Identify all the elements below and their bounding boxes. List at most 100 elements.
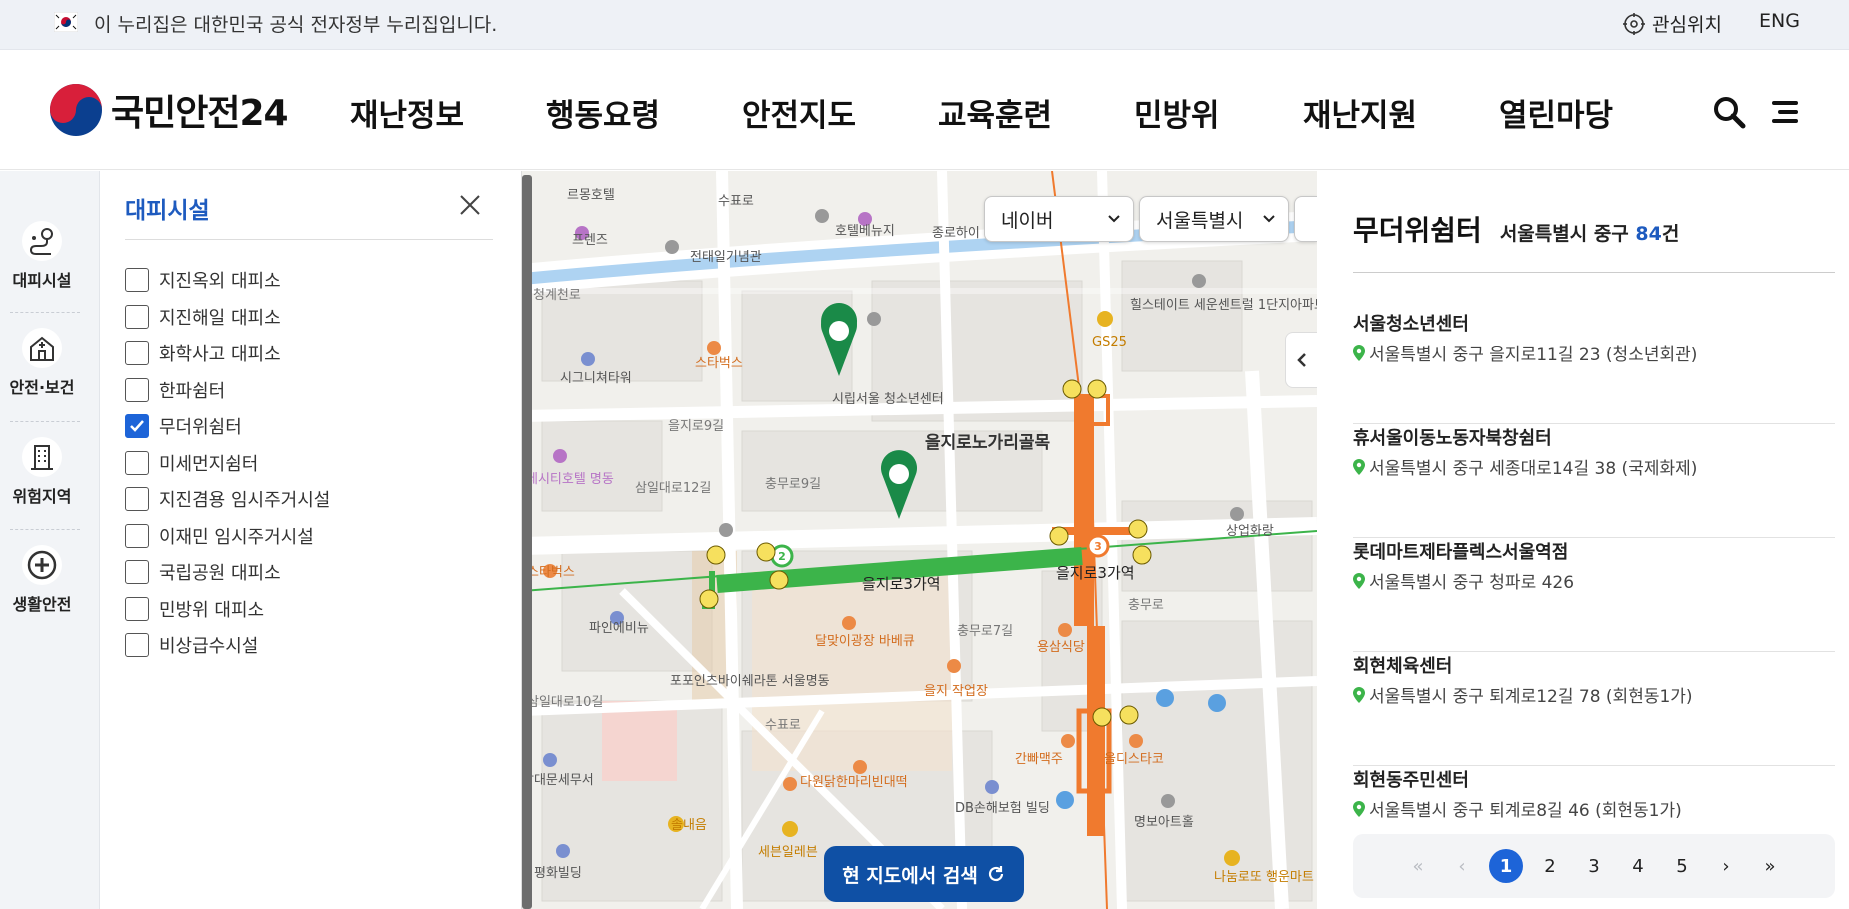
result-item[interactable]: 회현체육센터 서울특별시 중구 퇴계로12길 78 (회현동1가) bbox=[1353, 652, 1835, 766]
prev-page-button[interactable]: ‹ bbox=[1440, 849, 1484, 883]
shelter-type-option[interactable]: 미세먼지쉼터 bbox=[125, 445, 330, 482]
region-select[interactable]: 서울특별시 bbox=[1139, 196, 1289, 242]
nav-disaster-support[interactable]: 재난지원 bbox=[1303, 90, 1499, 135]
watch-location-link[interactable]: 관심위치 bbox=[1622, 10, 1722, 37]
pagination: « ‹ 1 2 3 4 5 › » bbox=[1353, 834, 1835, 898]
result-item[interactable]: 휴서울이동노동자북창쉼터 서울특별시 중구 세종대로14길 38 (국제화제) bbox=[1353, 424, 1835, 538]
page-4-button[interactable]: 4 bbox=[1616, 849, 1660, 883]
map-label: 수표로 bbox=[765, 718, 801, 733]
last-page-button[interactable]: » bbox=[1748, 849, 1792, 883]
map-view[interactable]: 2 3 르몽호텔 프렌즈 수표로 호텔베뉴지 전태일기념관 청계천로 GS25 … bbox=[522, 171, 1317, 909]
map-label: 르몽호텔 bbox=[567, 188, 615, 203]
page-1-button[interactable]: 1 bbox=[1484, 849, 1528, 883]
rail-item-health[interactable]: 안전·보건 bbox=[0, 328, 84, 436]
next-page-button[interactable]: › bbox=[1704, 849, 1748, 883]
shelter-type-option[interactable]: 한파쉼터 bbox=[125, 372, 330, 409]
chevron-down-icon bbox=[1263, 215, 1275, 223]
nav-action-guide[interactable]: 행동요령 bbox=[546, 90, 742, 135]
map-provider-select[interactable]: 네이버 bbox=[984, 196, 1134, 242]
first-page-button[interactable]: « bbox=[1396, 849, 1440, 883]
checkbox[interactable] bbox=[125, 268, 149, 293]
shelter-type-option[interactable]: 지진옥외 대피소 bbox=[125, 262, 330, 299]
result-name: 휴서울이동노동자북창쉼터 bbox=[1353, 428, 1552, 449]
shelter-type-label: 한파쉼터 bbox=[159, 380, 226, 402]
shelter-type-option[interactable]: 지진해일 대피소 bbox=[125, 299, 330, 336]
checkbox[interactable] bbox=[125, 304, 149, 329]
map-pin-icon bbox=[1353, 572, 1365, 589]
search-this-area-button[interactable]: 현 지도에서 검색 bbox=[824, 846, 1024, 902]
site-logo[interactable]: 국민안전24 bbox=[49, 83, 289, 137]
shelter-type-label: 이재민 임시주거시설 bbox=[159, 526, 314, 548]
map-label: 수표로 bbox=[718, 194, 754, 209]
shelter-type-label: 미세먼지쉼터 bbox=[159, 453, 259, 475]
page-2-button[interactable]: 2 bbox=[1528, 849, 1572, 883]
checkbox[interactable] bbox=[125, 450, 149, 475]
map-label: 남대문세무서 bbox=[522, 773, 594, 788]
shelter-type-option[interactable]: 무더위쉼터 bbox=[125, 408, 330, 445]
result-name: 회현체육센터 bbox=[1353, 656, 1453, 677]
checkbox[interactable] bbox=[125, 596, 149, 621]
logo-emblem-icon bbox=[50, 84, 102, 136]
map-label: 호텔베뉴지 bbox=[835, 224, 895, 239]
checkbox[interactable] bbox=[125, 487, 149, 512]
map-label: 을지로3가역 bbox=[862, 575, 941, 593]
nav-open-forum[interactable]: 열린마당 bbox=[1499, 90, 1613, 135]
shelter-type-label: 민방위 대피소 bbox=[159, 599, 265, 621]
language-toggle[interactable]: ENG bbox=[1759, 10, 1800, 32]
shelter-type-option[interactable]: 비상급수시설 bbox=[125, 627, 330, 664]
nav-safety-map[interactable]: 안전지도 bbox=[742, 90, 938, 135]
gov-banner: 이 누리집은 대한민국 공식 전자정부 누리집입니다. 관심위치 ENG bbox=[0, 0, 1849, 50]
checkbox[interactable] bbox=[125, 523, 149, 548]
shelter-type-option[interactable]: 민방위 대피소 bbox=[125, 591, 330, 628]
rail-item-label: 생활안전 bbox=[12, 595, 72, 614]
results-header: 무더위쉼터 서울특별시 중구 84건 bbox=[1353, 209, 1679, 249]
shelter-type-label: 지진해일 대피소 bbox=[159, 307, 281, 329]
shelter-type-label: 지진옥외 대피소 bbox=[159, 271, 281, 293]
location-target-icon bbox=[1623, 12, 1645, 35]
results-title: 무더위쉼터 bbox=[1353, 214, 1482, 247]
rail-divider bbox=[10, 312, 80, 313]
result-address: 서울특별시 중구 퇴계로8길 46 (회현동1가) bbox=[1353, 796, 1835, 821]
rail-item-life-safety[interactable]: 생활안전 bbox=[0, 545, 84, 653]
close-icon[interactable] bbox=[456, 191, 484, 219]
menu-icon[interactable] bbox=[1770, 96, 1802, 128]
search-icon[interactable] bbox=[1712, 95, 1746, 129]
checkbox[interactable] bbox=[125, 377, 149, 402]
shelter-type-option[interactable]: 지진겸용 임시주거시설 bbox=[125, 481, 330, 518]
shelter-type-option[interactable]: 국립공원 대피소 bbox=[125, 554, 330, 591]
checkbox[interactable] bbox=[125, 341, 149, 366]
shelter-type-option[interactable]: 이재민 임시주거시설 bbox=[125, 518, 330, 555]
category-rail: 대피시설 안전·보건 위험지역 생활안전 bbox=[0, 171, 100, 909]
map-label: 나눔로또 행운마트 bbox=[1214, 869, 1314, 885]
map-label: 시그니쳐타워 bbox=[560, 371, 632, 386]
result-name: 서울청소년센터 bbox=[1353, 314, 1469, 335]
collapse-results-button[interactable] bbox=[1285, 332, 1317, 388]
map-label: 전태일기념관 bbox=[690, 250, 762, 265]
map-label: 을지로노가리골목 bbox=[925, 433, 1050, 453]
nav-disaster-info[interactable]: 재난정보 bbox=[350, 90, 546, 135]
page-5-button[interactable]: 5 bbox=[1660, 849, 1704, 883]
checkbox[interactable] bbox=[125, 633, 149, 658]
map-label: 충무로 bbox=[1128, 598, 1164, 613]
page-number: 1 bbox=[1489, 849, 1523, 883]
rail-item-label: 위험지역 bbox=[12, 487, 72, 506]
result-item[interactable]: 서울청소년센터 서울특별시 중구 을지로11길 23 (청소년회관) bbox=[1353, 310, 1835, 424]
map-scrollbar[interactable] bbox=[522, 175, 532, 909]
checkbox-checked[interactable] bbox=[125, 414, 149, 439]
map-provider-value: 네이버 bbox=[1001, 209, 1054, 232]
result-item[interactable]: 롯데마트제타플렉스서울역점 서울특별시 중구 청파로 426 bbox=[1353, 538, 1835, 652]
chevron-left-icon bbox=[1296, 353, 1306, 367]
map-label: 힐스테이트 세운센트럴 1단지아파트 bbox=[1130, 298, 1317, 313]
map-canvas[interactable]: 2 3 르몽호텔 프렌즈 수표로 호텔베뉴지 전태일기념관 청계천로 GS25 … bbox=[522, 171, 1317, 909]
map-label: 충무로7길 bbox=[957, 624, 1013, 639]
shelter-type-option[interactable]: 화학사고 대피소 bbox=[125, 335, 330, 372]
page-3-button[interactable]: 3 bbox=[1572, 849, 1616, 883]
result-name: 롯데마트제타플렉스서울역점 bbox=[1353, 542, 1569, 563]
map-label: 을지 작업장 bbox=[924, 684, 988, 699]
map-label: 스타벅스 bbox=[695, 356, 743, 371]
nav-education[interactable]: 교육훈련 bbox=[938, 90, 1134, 135]
checkbox[interactable] bbox=[125, 560, 149, 585]
district-select[interactable] bbox=[1294, 196, 1317, 242]
nav-civil-defense[interactable]: 민방위 bbox=[1134, 90, 1303, 135]
map-pin-icon bbox=[1353, 344, 1365, 361]
